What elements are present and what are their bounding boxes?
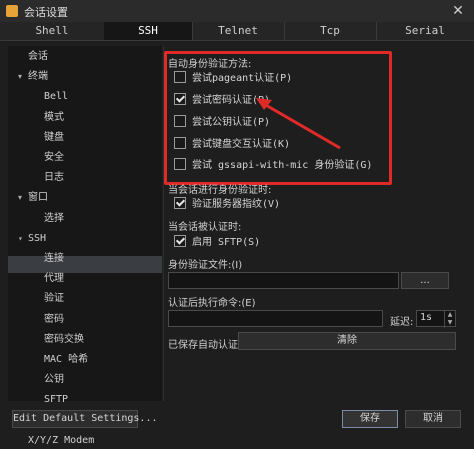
checkbox-icon[interactable]	[174, 71, 186, 83]
checkbox-icon[interactable]	[174, 115, 186, 127]
tree-item-label: 模式	[44, 112, 64, 123]
title-bar: 会话设置 ✕	[0, 0, 474, 23]
spinner-icon[interactable]: ▲ ▼	[444, 311, 455, 328]
tree-item[interactable]: Bell	[44, 89, 68, 105]
chevron-down-icon[interactable]: ▾	[18, 231, 28, 247]
auth-methods-label: 自动身份验证方法:	[168, 59, 252, 70]
settings-tree	[8, 46, 162, 401]
method-publickey-label: 尝试公钥认证(P)	[192, 117, 271, 128]
tree-item[interactable]: ▾ SSH	[18, 231, 46, 247]
tree-item-label: 连接	[44, 253, 64, 264]
tree-item[interactable]: 公钥	[44, 372, 64, 388]
method-gssapi-label: 尝试 gssapi-with-mic 身份验证(G)	[192, 160, 373, 171]
method-pageant[interactable]: 尝试pageant认证(P)	[174, 71, 292, 87]
tree-item-label: 会话	[28, 51, 48, 62]
tree-item-label: 终端	[28, 71, 48, 82]
tree-item[interactable]: X/Y/Z Modem	[18, 433, 94, 449]
edit-default-button[interactable]: Edit Default Settings...	[12, 410, 158, 428]
tree-item[interactable]: 日志	[44, 170, 64, 186]
tree-item-label: SFTP	[44, 394, 69, 405]
tree-item[interactable]: SFTP	[44, 392, 68, 408]
checkbox-icon[interactable]	[174, 197, 186, 209]
delay-label: 延迟:	[390, 317, 414, 328]
tree-item[interactable]: 验证	[44, 291, 64, 307]
saved-auth-label: 已保存自动认证:	[168, 340, 242, 351]
method-gssapi[interactable]: 尝试 gssapi-with-mic 身份验证(G)	[174, 158, 372, 174]
tree-item-label: 公钥	[44, 374, 64, 385]
tree-item[interactable]: 安全	[44, 150, 64, 166]
tree-selection-highlight	[8, 256, 162, 273]
tree-item[interactable]: MAC 哈希	[44, 352, 88, 368]
tree-item[interactable]: ▾ 窗口	[18, 190, 48, 206]
method-pageant-label: 尝试pageant认证(P)	[192, 73, 293, 84]
browse-button[interactable]: ...	[401, 272, 449, 289]
tree-item-label: 安全	[44, 152, 64, 163]
method-password-label: 尝试密码认证(P)	[192, 95, 271, 106]
tab-shell[interactable]: Shell	[0, 22, 105, 40]
tree-item-label: 代理	[44, 273, 64, 284]
protocol-tabs: Shell SSH Telnet Tcp Serial	[0, 22, 474, 41]
auth-file-label: 身份验证文件:(I)	[168, 260, 243, 271]
after-auth-label: 当会话被认证时:	[168, 222, 242, 233]
tree-item-label: 日志	[44, 172, 64, 183]
tree-item[interactable]: 会话	[18, 49, 48, 65]
tree-item-label: X/Y/Z Modem	[28, 435, 95, 446]
tree-item-label: 验证	[44, 293, 64, 304]
clear-button[interactable]: 清除	[238, 332, 456, 350]
tree-item-label: 密码	[44, 314, 64, 325]
checkbox-icon[interactable]	[174, 137, 186, 149]
tree-item-label: 选择	[44, 213, 64, 224]
tree-item[interactable]: 连接	[44, 251, 64, 267]
enable-sftp[interactable]: 启用 SFTP(S)	[174, 235, 260, 251]
cancel-button[interactable]: 取消	[405, 410, 461, 428]
verify-fingerprint-label: 验证服务器指纹(V)	[192, 199, 281, 210]
tree-item[interactable]: 密码	[44, 312, 64, 328]
close-icon[interactable]: ✕	[450, 2, 466, 20]
tree-item[interactable]: 模式	[44, 110, 64, 126]
delay-stepper[interactable]: 1s ▲ ▼	[416, 310, 456, 328]
tree-item[interactable]: ▾ 终端	[18, 69, 48, 85]
checkbox-icon[interactable]	[174, 235, 186, 247]
tree-item[interactable]: 键盘	[44, 130, 64, 146]
auth-file-input[interactable]	[168, 272, 399, 289]
on-auth-label: 当会话进行身份验证时:	[168, 185, 272, 196]
tree-item-label: 键盘	[44, 132, 64, 143]
tree-item[interactable]: 选择	[44, 211, 64, 227]
tree-item-label: MAC 哈希	[44, 354, 89, 365]
chevron-down-icon[interactable]: ▾	[18, 190, 28, 206]
tree-item-label: Bell	[44, 91, 69, 102]
method-publickey[interactable]: 尝试公钥认证(P)	[174, 115, 270, 131]
verify-fingerprint[interactable]: 验证服务器指纹(V)	[174, 197, 280, 213]
post-cmd-label: 认证后执行命令:(E)	[168, 298, 256, 309]
checkbox-icon[interactable]	[174, 93, 186, 105]
method-password[interactable]: 尝试密码认证(P)	[174, 93, 270, 109]
app-icon	[6, 5, 18, 17]
tab-ssh[interactable]: SSH	[104, 22, 193, 40]
tree-item-label: 窗口	[28, 192, 48, 203]
method-keyboard-label: 尝试键盘交互认证(K)	[192, 139, 291, 150]
save-button[interactable]: 保存	[342, 410, 398, 428]
tree-item-label: 密码交换	[44, 334, 84, 345]
chevron-down-icon[interactable]: ▾	[18, 69, 28, 85]
tab-serial[interactable]: Serial	[376, 22, 474, 40]
tree-item-label: SSH	[28, 233, 47, 244]
method-keyboard[interactable]: 尝试键盘交互认证(K)	[174, 137, 290, 153]
checkbox-icon[interactable]	[174, 158, 186, 170]
enable-sftp-label: 启用 SFTP(S)	[192, 237, 261, 248]
tree-item[interactable]: 代理	[44, 271, 64, 287]
tab-telnet[interactable]: Telnet	[192, 22, 285, 40]
post-cmd-input[interactable]	[168, 310, 383, 327]
tab-tcp[interactable]: Tcp	[284, 22, 377, 40]
tree-item[interactable]: 密码交换	[44, 332, 84, 348]
window-title: 会话设置	[24, 6, 68, 19]
delay-value: 1s	[420, 312, 433, 323]
